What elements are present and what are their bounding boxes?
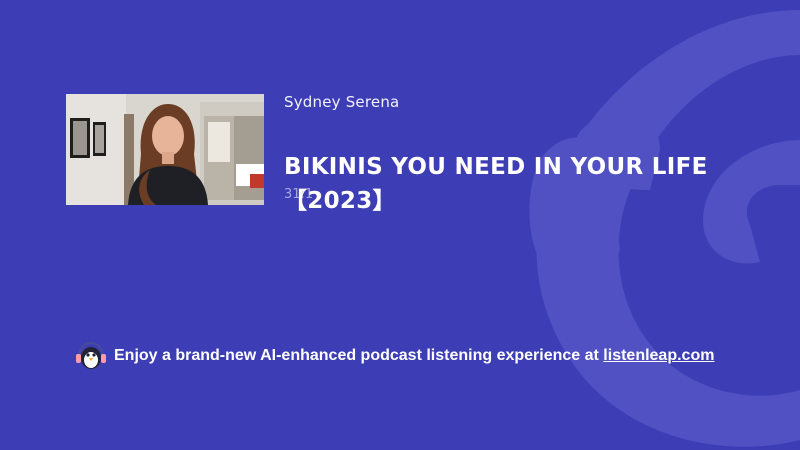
episode-author[interactable]: Sydney Serena (284, 93, 399, 111)
listenleap-link[interactable]: listenleap.com (603, 347, 714, 364)
promo-message: Enjoy a brand-new AI-enhanced podcast li… (114, 347, 604, 364)
episode-duration: 31:1 (284, 187, 314, 202)
episode-title[interactable]: BIKINIS YOU NEED IN YOUR LIFE 【2023】 (284, 150, 754, 218)
promo-banner: Enjoy a brand-new AI-enhanced podcast li… (75, 342, 714, 370)
background-logo-icon (500, 0, 800, 450)
promo-text: Enjoy a brand-new AI-enhanced podcast li… (114, 347, 714, 365)
penguin-headphones-icon (76, 342, 106, 369)
episode-thumbnail[interactable] (66, 94, 264, 205)
